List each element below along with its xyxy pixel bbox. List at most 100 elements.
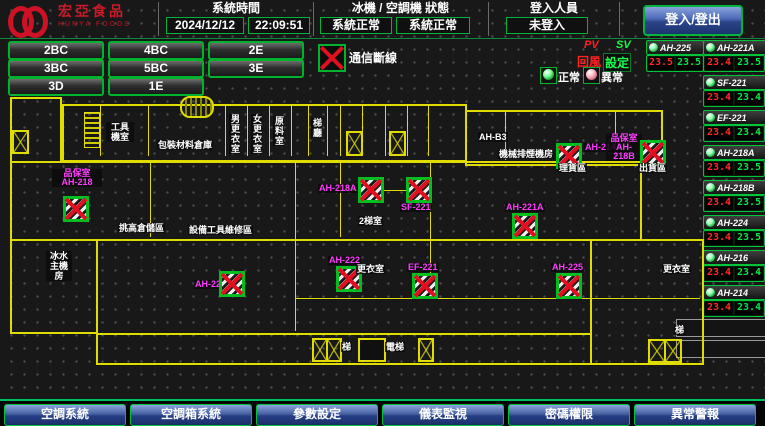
room-label: 男更衣室	[229, 114, 240, 154]
login-user-label: 登入人員	[495, 2, 613, 15]
room-label: 挑高倉儲區	[118, 223, 165, 233]
status-led-icon	[706, 43, 715, 52]
floor-button-3d[interactable]: 3D	[8, 77, 104, 96]
machine-status-label: 冰機 / 空調機 狀態	[318, 2, 483, 15]
nav-button-alarm[interactable]: 異常警報	[634, 404, 756, 426]
room-label: 更衣室	[356, 264, 385, 274]
stair-x-box	[664, 339, 682, 363]
wall-segment	[590, 298, 700, 299]
unit-ah-214-values: 23.4 23.4	[703, 300, 765, 317]
unit-label: AH-218A	[717, 148, 755, 158]
status-led-icon	[706, 113, 715, 122]
wall-segment	[340, 106, 341, 156]
room-label: 設備工具維修區	[188, 225, 253, 235]
hmi-screen: 宏亞食品 HUNYA FOODS 系統時間 2024/12/12 22:09:5…	[0, 0, 765, 426]
footer-bar: 空調系統 空調箱系統 參數設定 儀表監視 密碼權限 異常警報	[0, 399, 765, 426]
room-label: 出貨區	[638, 163, 667, 173]
floor-button-1e[interactable]: 1E	[108, 77, 204, 96]
wall-segment	[385, 106, 386, 156]
room-label: 梯廳	[311, 118, 322, 138]
device-label: AH-218A	[318, 184, 358, 193]
device-ah-218a[interactable]	[358, 177, 384, 203]
nav-button-parameters[interactable]: 參數設定	[256, 404, 378, 426]
pv-value: 23.4	[705, 92, 733, 105]
floor-button-2bc[interactable]: 2BC	[8, 41, 104, 60]
device-ah-224[interactable]	[219, 271, 245, 297]
device-ah-225[interactable]	[556, 273, 582, 299]
nav-button-meter-monitor[interactable]: 儀表監視	[382, 404, 504, 426]
unit-sf-221-values: 23.4 23.4	[703, 90, 765, 107]
device-ah-218[interactable]	[63, 196, 89, 222]
floor-button-3e[interactable]: 3E	[208, 59, 304, 78]
unit-ah-216[interactable]: AH-216	[703, 250, 765, 265]
status-led-icon	[706, 253, 715, 262]
pv-value: 23.4	[705, 232, 733, 245]
device-ef-221[interactable]	[412, 273, 438, 299]
wall-segment	[225, 106, 226, 156]
room-label: 工具 機室	[106, 122, 134, 142]
stair-x-box	[12, 130, 29, 154]
unit-ah-225[interactable]: AH-225	[646, 40, 704, 55]
wall-segment	[590, 239, 704, 365]
wall-segment	[247, 106, 248, 156]
unit-sf-221[interactable]: SF-221	[703, 75, 765, 90]
stair-x-box	[346, 131, 363, 156]
unit-ah-218b[interactable]: AH-218B	[703, 180, 765, 195]
unit-ef-221[interactable]: EF-221	[703, 110, 765, 125]
floor-button-5bc[interactable]: 5BC	[108, 59, 204, 78]
unit-ah-214[interactable]: AH-214	[703, 285, 765, 300]
brand-logo-icon	[8, 4, 52, 34]
wall-segment	[295, 298, 590, 299]
sv-value: 23.5	[735, 162, 763, 175]
sv-value: 23.4	[735, 92, 763, 105]
room-label: 冰水 主機房	[46, 251, 72, 281]
device-label: AH-221A	[505, 203, 545, 212]
stair-x-box	[389, 131, 406, 156]
brand-name: 宏亞食品	[58, 5, 131, 18]
sv-value: 23.5	[735, 232, 763, 245]
sv-value: 23.5	[735, 57, 763, 70]
elevator-box	[358, 338, 386, 362]
status-led-icon	[706, 78, 715, 87]
comm-fail-icon	[318, 44, 346, 72]
room-label: 2梯室	[358, 216, 383, 226]
stair-hatch-box	[84, 112, 100, 148]
login-logout-button[interactable]: 登入/登出	[643, 5, 743, 36]
nav-button-ahu-system[interactable]: 空調箱系統	[130, 404, 252, 426]
device-label: AH-225	[551, 263, 584, 272]
header-divider	[488, 2, 489, 36]
status-led-icon	[706, 218, 715, 227]
chiller-status-value: 系統正常	[320, 17, 392, 34]
ahu-status-value: 系統正常	[396, 17, 470, 34]
room-label: 原料室	[273, 116, 284, 146]
floor-button-3bc[interactable]: 3BC	[8, 59, 104, 78]
room-label: 包裝材料倉庫	[157, 140, 213, 150]
floor-button-2e[interactable]: 2E	[208, 41, 304, 60]
system-time-value: 22:09:51	[248, 17, 310, 34]
unit-ah-221a[interactable]: AH-221A	[703, 40, 765, 55]
sv-value: 23.4	[735, 267, 763, 280]
unit-ah-218a-values: 23.4 23.5	[703, 160, 765, 177]
unit-ah-218a[interactable]: AH-218A	[703, 145, 765, 160]
unit-label: EF-221	[717, 113, 747, 123]
wall-segment	[428, 106, 429, 156]
device-label: 品保室 AH-218B	[606, 134, 642, 161]
pv-value: 23.4	[705, 162, 733, 175]
unit-ah-225-values: 23.5 23.5	[646, 55, 704, 72]
unit-label: AH-221A	[717, 43, 755, 53]
pv-header-label: PV	[584, 39, 599, 51]
nav-button-password[interactable]: 密碼權限	[508, 404, 630, 426]
nav-button-hvac-system[interactable]: 空調系統	[4, 404, 126, 426]
unit-ah-224-values: 23.4 23.5	[703, 230, 765, 247]
header-divider	[313, 2, 314, 36]
device-sf-221[interactable]	[406, 177, 432, 203]
unit-ah-224[interactable]: AH-224	[703, 215, 765, 230]
abnormal-label: 異常	[601, 69, 623, 85]
floor-button-4bc[interactable]: 4BC	[108, 41, 204, 60]
pv-value: 23.4	[705, 302, 733, 315]
wall-segment	[10, 161, 642, 241]
device-ah-221a[interactable]	[512, 213, 538, 239]
sv-value: 23.5	[735, 197, 763, 210]
room-label: 梯	[674, 325, 685, 335]
wall-segment	[340, 161, 341, 237]
